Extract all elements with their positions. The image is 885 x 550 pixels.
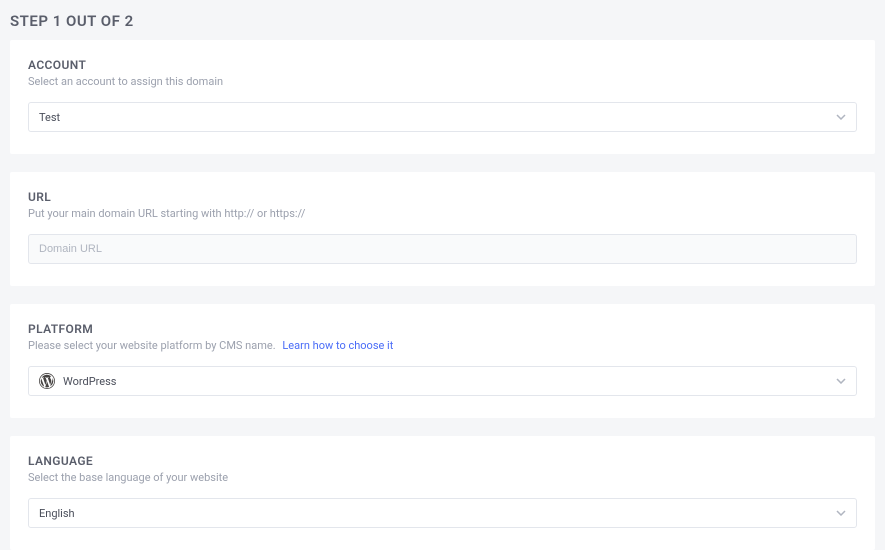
platform-helper: Please select your website platform by C… — [28, 339, 857, 352]
chevron-down-icon — [836, 508, 846, 518]
platform-label: PLATFORM — [28, 322, 857, 336]
platform-select-value: WordPress — [63, 375, 116, 388]
chevron-down-icon — [836, 112, 846, 122]
account-helper: Select an account to assign this domain — [28, 75, 857, 88]
url-card: URL Put your main domain URL starting wi… — [10, 172, 875, 286]
url-input[interactable] — [28, 234, 857, 264]
platform-helper-text: Please select your website platform by C… — [28, 339, 276, 352]
language-card: LANGUAGE Select the base language of you… — [10, 436, 875, 550]
language-select[interactable]: English — [28, 498, 857, 528]
url-helper: Put your main domain URL starting with h… — [28, 207, 857, 220]
account-select-value: Test — [39, 111, 60, 124]
chevron-down-icon — [836, 376, 846, 386]
account-select[interactable]: Test — [28, 102, 857, 132]
language-label: LANGUAGE — [28, 454, 857, 468]
account-card: ACCOUNT Select an account to assign this… — [10, 40, 875, 154]
page-title: STEP 1 OUT OF 2 — [0, 0, 885, 40]
platform-learn-link[interactable]: Learn how to choose it — [282, 339, 393, 352]
platform-card: PLATFORM Please select your website plat… — [10, 304, 875, 418]
language-helper: Select the base language of your website — [28, 471, 857, 484]
platform-select[interactable]: WordPress — [28, 366, 857, 396]
url-label: URL — [28, 190, 857, 204]
wordpress-icon — [39, 373, 55, 389]
language-select-value: English — [39, 507, 75, 520]
account-label: ACCOUNT — [28, 58, 857, 72]
